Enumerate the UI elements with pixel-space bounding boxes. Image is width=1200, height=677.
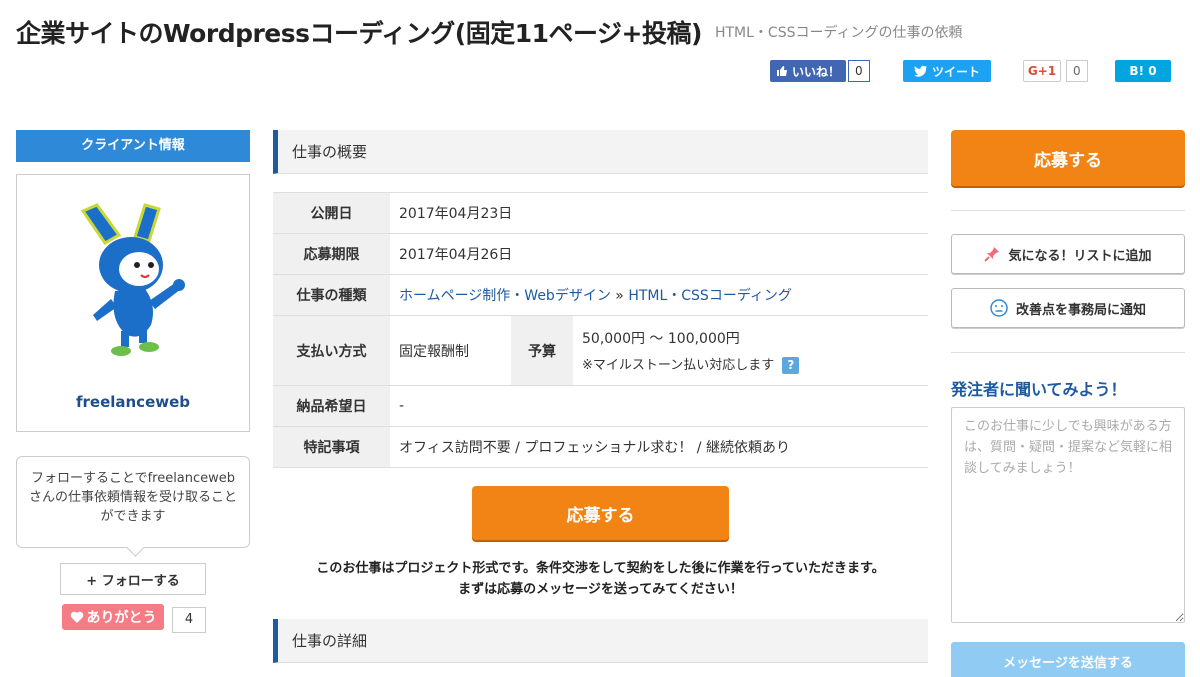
project-note: このお仕事はプロジェクト形式です。条件交渉をして契約をした後に作業を行っていただ…: [273, 558, 928, 600]
follow-tooltip: フォローすることでfreelancewebさんの仕事依頼情報を受け取ることができ…: [16, 456, 250, 548]
add-to-favorites-button[interactable]: 気になる！リストに追加: [951, 234, 1185, 274]
thanks-label: ありがとう: [86, 610, 157, 626]
question-textarea[interactable]: [951, 407, 1185, 623]
google-plus[interactable]: G+1 0: [1023, 60, 1088, 82]
send-message-button[interactable]: メッセージを送信する: [951, 642, 1185, 677]
table-row: 支払い方式 固定報酬制 予算 50,000円 〜 100,000円 ※マイルスト…: [273, 315, 928, 386]
ask-client-heading: 発注者に聞いてみよう！: [951, 380, 1127, 399]
job-type-label: 仕事の種類: [273, 274, 390, 316]
face-icon: [990, 299, 1008, 317]
google-plus-button[interactable]: G+1: [1023, 60, 1061, 82]
detail-heading: 仕事の詳細: [273, 619, 928, 663]
help-icon[interactable]: ?: [782, 356, 800, 374]
twitter-bird-icon: [913, 65, 927, 77]
notes-value: オフィス訪問不要 / プロフェッショナル求む！ / 継続依頼あり: [390, 426, 928, 468]
tweet-label: ツイート: [931, 64, 980, 79]
payment-label: 支払い方式: [273, 315, 390, 386]
rabbit-mascot-icon: [80, 203, 185, 356]
title-row: 企業サイトのWordpressコーディング(固定11ページ+投稿) HTML・C…: [16, 14, 1186, 50]
pin-icon: [984, 247, 1000, 262]
budget-note-row: ※マイルストーン払い対応します ?: [582, 354, 919, 374]
budget-note: ※マイルストーン払い対応します: [582, 357, 775, 373]
table-row: 仕事の種類 ホームページ制作・Webデザイン » HTML・CSSコーディング: [273, 274, 928, 316]
client-card[interactable]: freelanceweb: [16, 174, 250, 432]
client-info-heading: クライアント情報: [16, 130, 250, 162]
table-row: 応募期限 2017年04月26日: [273, 233, 928, 275]
page-title: 企業サイトのWordpressコーディング(固定11ページ+投稿): [16, 19, 702, 48]
published-value: 2017年04月23日: [390, 192, 928, 234]
facebook-like-count: 0: [848, 60, 870, 82]
tweet-button[interactable]: ツイート: [903, 60, 991, 82]
hatena-bookmark-button[interactable]: B! 0: [1115, 60, 1171, 82]
follow-button[interactable]: + フォローする: [60, 563, 206, 595]
table-row: 納品希望日 -: [273, 385, 928, 427]
payment-value: 固定報酬制: [390, 315, 511, 386]
thumbs-up-icon: [777, 66, 787, 76]
hatena-bookmark[interactable]: B! 0: [1115, 60, 1171, 82]
overview-table: 公開日 2017年04月23日 応募期限 2017年04月26日 仕事の種類 ホ…: [273, 192, 928, 468]
sidebar-divider: [951, 210, 1185, 211]
category-link-coding[interactable]: HTML・CSSコーディング: [628, 288, 792, 304]
sidebar-apply-button[interactable]: 応募する: [951, 130, 1185, 186]
delivery-value: -: [390, 385, 928, 427]
page-subtitle: HTML・CSSコーディングの仕事の依頼: [714, 25, 963, 41]
client-name-link[interactable]: freelanceweb: [17, 393, 249, 411]
published-label: 公開日: [273, 192, 390, 234]
facebook-like-label: いいね！: [792, 64, 841, 79]
budget-value: 50,000円 〜 100,000円: [582, 330, 740, 347]
deadline-label: 応募期限: [273, 233, 390, 275]
thanks-button[interactable]: ありがとう: [62, 604, 164, 630]
category-separator: »: [615, 288, 624, 304]
project-note-line2: まずは応募のメッセージを送ってみてください！: [458, 582, 743, 597]
project-note-line1: このお仕事はプロジェクト形式です。条件交渉をして契約をした後に作業を行っていただ…: [316, 561, 885, 576]
job-type-value: ホームページ制作・Webデザイン » HTML・CSSコーディング: [390, 274, 928, 316]
deadline-value: 2017年04月26日: [390, 233, 928, 275]
report-improvement-button[interactable]: 改善点を事務局に通知: [951, 288, 1185, 328]
facebook-like-button[interactable]: いいね！: [770, 60, 847, 82]
overview-heading: 仕事の概要: [273, 130, 928, 174]
notes-label: 特記事項: [273, 426, 390, 468]
google-plus-count: 0: [1066, 60, 1088, 82]
facebook-like[interactable]: いいね！ 0: [770, 60, 870, 82]
table-row: 公開日 2017年04月23日: [273, 192, 928, 234]
delivery-label: 納品希望日: [273, 385, 390, 427]
twitter-tweet[interactable]: ツイート: [903, 60, 991, 82]
category-link-web[interactable]: ホームページ制作・Webデザイン: [399, 288, 611, 304]
table-row: 特記事項 オフィス訪問不要 / プロフェッショナル求む！ / 継続依頼あり: [273, 426, 928, 468]
budget-cell: 50,000円 〜 100,000円 ※マイルストーン払い対応します ?: [573, 315, 928, 386]
apply-button[interactable]: 応募する: [472, 486, 729, 540]
thanks-count: 4: [172, 607, 206, 633]
budget-label: 予算: [511, 315, 573, 386]
sidebar-divider: [951, 352, 1185, 353]
heart-icon: [70, 611, 83, 623]
report-improvement-label: 改善点を事務局に通知: [1015, 302, 1146, 318]
add-to-favorites-label: 気になる！リストに追加: [1008, 248, 1152, 264]
